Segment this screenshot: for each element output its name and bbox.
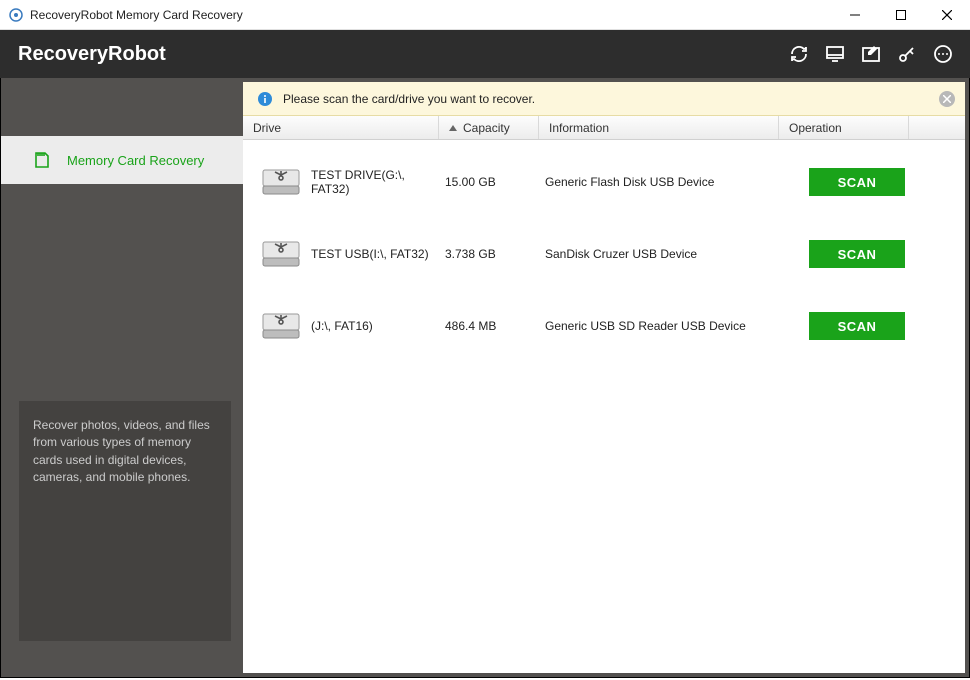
- scan-button[interactable]: SCAN: [809, 240, 905, 268]
- table-row: TEST DRIVE(G:\, FAT32) 15.00 GB Generic …: [243, 146, 965, 218]
- usb-drive-icon: [259, 164, 303, 200]
- sidebar-item-memory-card-recovery[interactable]: Memory Card Recovery: [1, 136, 243, 184]
- table-row: (J:\, FAT16) 486.4 MB Generic USB SD Rea…: [243, 290, 965, 362]
- scan-button[interactable]: SCAN: [809, 168, 905, 196]
- app-logo-text: RecoveryRobot: [18, 43, 788, 66]
- scan-button[interactable]: SCAN: [809, 312, 905, 340]
- window-title: RecoveryRobot Memory Card Recovery: [30, 8, 832, 22]
- drive-info: Generic USB SD Reader USB Device: [539, 319, 779, 333]
- drive-capacity: 3.738 GB: [439, 247, 539, 261]
- monitor-icon[interactable]: [824, 43, 846, 65]
- drive-info: Generic Flash Disk USB Device: [539, 175, 779, 189]
- app-icon: [8, 7, 24, 23]
- col-operation[interactable]: Operation: [779, 116, 909, 139]
- drive-info: SanDisk Cruzer USB Device: [539, 247, 779, 261]
- drive-name: (J:\, FAT16): [311, 319, 373, 333]
- main-panel: Please scan the card/drive you want to r…: [243, 82, 965, 673]
- usb-drive-icon: [259, 308, 303, 344]
- info-icon: [257, 91, 273, 107]
- minimize-button[interactable]: [832, 0, 878, 30]
- close-button[interactable]: [924, 0, 970, 30]
- sidebar-description: Recover photos, videos, and files from v…: [19, 401, 231, 641]
- maximize-button[interactable]: [878, 0, 924, 30]
- sidebar-item-label: Memory Card Recovery: [67, 153, 204, 168]
- memory-card-icon: [31, 149, 53, 171]
- window-titlebar: RecoveryRobot Memory Card Recovery: [0, 0, 970, 30]
- key-icon[interactable]: [896, 43, 918, 65]
- table-row: TEST USB(I:\, FAT32) 3.738 GB SanDisk Cr…: [243, 218, 965, 290]
- notice-bar: Please scan the card/drive you want to r…: [243, 82, 965, 116]
- drive-capacity: 486.4 MB: [439, 319, 539, 333]
- notice-text: Please scan the card/drive you want to r…: [283, 92, 939, 106]
- col-capacity-label: Capacity: [463, 121, 510, 135]
- drive-name: TEST DRIVE(G:\, FAT32): [311, 168, 439, 196]
- table-header: Drive Capacity Information Operation: [243, 116, 965, 140]
- col-capacity[interactable]: Capacity: [439, 116, 539, 139]
- col-drive[interactable]: Drive: [243, 116, 439, 139]
- sort-asc-icon: [449, 125, 457, 131]
- refresh-icon[interactable]: [788, 43, 810, 65]
- more-icon[interactable]: [932, 43, 954, 65]
- table-body: TEST DRIVE(G:\, FAT32) 15.00 GB Generic …: [243, 140, 965, 368]
- drive-name: TEST USB(I:\, FAT32): [311, 247, 429, 261]
- sidebar: Memory Card Recovery Recover photos, vid…: [1, 78, 243, 677]
- header-toolbar: [788, 43, 954, 65]
- app-body: Memory Card Recovery Recover photos, vid…: [0, 78, 970, 678]
- app-header: RecoveryRobot: [0, 30, 970, 78]
- drive-capacity: 15.00 GB: [439, 175, 539, 189]
- col-information[interactable]: Information: [539, 116, 779, 139]
- window-controls: [832, 0, 970, 29]
- export-icon[interactable]: [860, 43, 882, 65]
- notice-close-button[interactable]: [939, 91, 955, 107]
- usb-drive-icon: [259, 236, 303, 272]
- col-spacer: [909, 116, 965, 139]
